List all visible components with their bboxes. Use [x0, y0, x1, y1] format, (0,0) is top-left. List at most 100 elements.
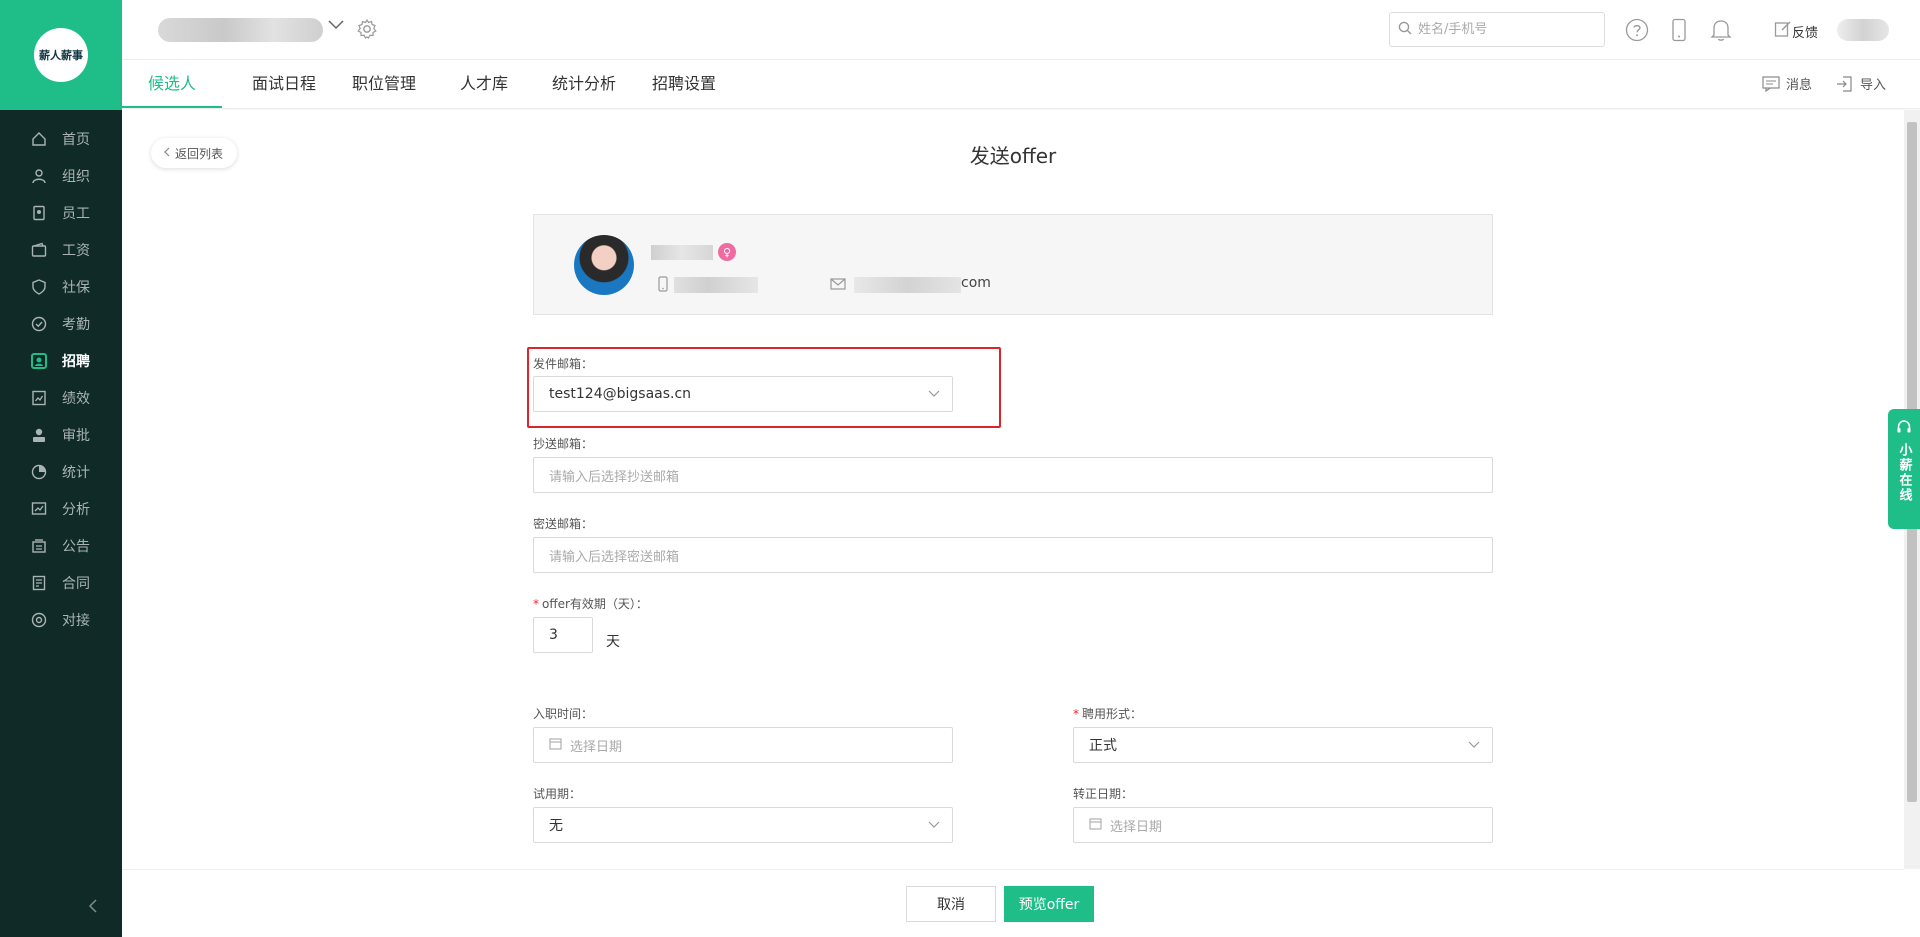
sidebar-item-home[interactable]: 首页 — [0, 120, 122, 157]
entry-date-picker[interactable]: 选择日期 — [533, 727, 953, 763]
search-input[interactable] — [1418, 22, 1588, 37]
calendar-icon — [549, 737, 562, 754]
message-icon — [1762, 75, 1780, 92]
messages-label: 消息 — [1786, 78, 1813, 93]
feedback-button[interactable]: 反馈 — [1774, 20, 1818, 42]
mobile-icon[interactable] — [1669, 18, 1689, 46]
footer-actions: 取消 预览offer — [122, 869, 1904, 937]
tab-recruit-settings[interactable]: 招聘设置 — [652, 60, 716, 108]
company-selector[interactable] — [158, 18, 323, 42]
shield-icon — [30, 278, 48, 296]
chevron-down-icon — [928, 818, 940, 834]
recruit-icon — [30, 352, 48, 370]
probation-select[interactable]: 无 — [533, 807, 953, 843]
main-content: 返回列表 发送offer ♀ com 发件邮箱： test124@bigsaas… — [122, 110, 1920, 937]
bell-icon[interactable] — [1710, 18, 1732, 46]
regular-date-placeholder: 选择日期 — [1110, 819, 1163, 835]
sidebar-item-label: 工资 — [62, 242, 90, 259]
employment-type-value: 正式 — [1089, 738, 1117, 754]
cc-email-input[interactable]: 请输入后选择抄送邮箱 — [533, 457, 1493, 493]
sidebar-item-label: 分析 — [62, 501, 90, 518]
performance-icon — [30, 389, 48, 407]
employment-type-select[interactable]: 正式 — [1073, 727, 1493, 763]
offer-validity-input[interactable]: 3 — [533, 617, 593, 653]
search-icon — [1398, 20, 1412, 39]
announcement-icon — [30, 537, 48, 555]
mail-icon — [830, 276, 846, 295]
sidebar-item-label: 对接 — [62, 612, 90, 629]
candidate-name — [651, 245, 713, 260]
analysis-icon — [30, 500, 48, 518]
candidate-avatar — [574, 235, 634, 295]
sender-email-select[interactable]: test124@bigsaas.cn — [533, 376, 953, 412]
bcc-email-input[interactable]: 请输入后选择密送邮箱 — [533, 537, 1493, 573]
offer-validity-unit: 天 — [606, 634, 620, 650]
sidebar-item-stats[interactable]: 统计 — [0, 453, 122, 490]
approval-icon — [30, 426, 48, 444]
candidate-phone — [674, 277, 758, 293]
bcc-email-placeholder: 请输入后选择密送邮箱 — [549, 549, 680, 565]
online-support-tab[interactable]: 小薪在线 — [1888, 409, 1920, 529]
tab-positions[interactable]: 职位管理 — [352, 60, 416, 108]
avatar[interactable] — [1837, 19, 1889, 41]
candidate-email-suffix: com — [961, 275, 991, 291]
cancel-button[interactable]: 取消 — [906, 886, 996, 922]
page-title: 发送offer — [969, 144, 1057, 168]
probation-value: 无 — [549, 818, 563, 834]
messages-button[interactable]: 消息 — [1762, 74, 1812, 93]
sidebar-item-label: 招聘 — [62, 353, 90, 370]
chevron-down-icon — [928, 387, 940, 403]
sidebar-item-label: 审批 — [62, 427, 90, 444]
sidebar-item-label: 社保 — [62, 279, 90, 296]
sidebar-item-connect[interactable]: 对接 — [0, 601, 122, 638]
sidebar-item-attendance[interactable]: 考勤 — [0, 305, 122, 342]
brand-logo[interactable]: 薪人薪事 — [34, 28, 88, 82]
employment-type-label: * 聘用形式： — [1073, 707, 1143, 721]
sidebar-nav: 首页 组织 员工 工资 社保 考勤 招聘 绩效 审批 统计 分析 公告 合同 对… — [0, 110, 122, 638]
sidebar-item-social[interactable]: 社保 — [0, 268, 122, 305]
sidebar-item-announcement[interactable]: 公告 — [0, 527, 122, 564]
tab-candidates[interactable]: 候选人 — [122, 60, 223, 108]
sidebar-item-label: 考勤 — [62, 316, 90, 333]
sidebar-item-employee[interactable]: 员工 — [0, 194, 122, 231]
female-icon: ♀ — [718, 243, 736, 261]
sidebar-item-label: 组织 — [62, 168, 90, 185]
connect-icon — [30, 611, 48, 629]
help-icon[interactable] — [1625, 18, 1649, 46]
sidebar-item-approval[interactable]: 审批 — [0, 416, 122, 453]
tab-interview-schedule[interactable]: 面试日程 — [252, 60, 316, 108]
sidebar-item-salary[interactable]: 工资 — [0, 231, 122, 268]
chevron-down-icon[interactable] — [328, 18, 344, 34]
sidebar-item-label: 合同 — [62, 575, 90, 592]
import-button[interactable]: 导入 — [1836, 74, 1886, 93]
sidebar-item-org[interactable]: 组织 — [0, 157, 122, 194]
tab-statistics[interactable]: 统计分析 — [552, 60, 616, 108]
collapse-sidebar-icon[interactable] — [88, 898, 98, 917]
chevron-down-icon — [1468, 738, 1480, 754]
org-icon — [30, 167, 48, 185]
tab-bar: 候选人 面试日程 职位管理 人才库 统计分析 招聘设置 消息 导入 — [122, 60, 1920, 109]
wallet-icon — [30, 241, 48, 259]
gear-icon[interactable] — [356, 18, 378, 44]
sidebar-item-label: 员工 — [62, 205, 90, 222]
sidebar-item-contract[interactable]: 合同 — [0, 564, 122, 601]
preview-offer-button[interactable]: 预览offer — [1004, 886, 1094, 922]
offer-validity-value: 3 — [549, 627, 558, 643]
cc-email-placeholder: 请输入后选择抄送邮箱 — [549, 469, 680, 485]
sidebar: 薪人薪事 首页 组织 员工 工资 社保 考勤 招聘 绩效 审批 统计 分析 公告… — [0, 0, 122, 937]
sidebar-item-label: 绩效 — [62, 390, 90, 407]
pie-icon — [30, 463, 48, 481]
bcc-email-label: 密送邮箱： — [533, 517, 594, 531]
sidebar-item-label: 首页 — [62, 131, 90, 148]
edit-icon — [1774, 20, 1792, 42]
regular-date-picker[interactable]: 选择日期 — [1073, 807, 1493, 843]
topbar: 反馈 — [122, 0, 1920, 60]
sidebar-item-recruit[interactable]: 招聘 — [0, 342, 122, 379]
sidebar-item-analysis[interactable]: 分析 — [0, 490, 122, 527]
tab-talent-pool[interactable]: 人才库 — [460, 60, 508, 108]
import-label: 导入 — [1860, 78, 1887, 93]
search-box[interactable] — [1389, 12, 1605, 47]
feedback-label: 反馈 — [1792, 25, 1819, 41]
sidebar-item-performance[interactable]: 绩效 — [0, 379, 122, 416]
offer-validity-label: * offer有效期（天）： — [533, 597, 648, 611]
